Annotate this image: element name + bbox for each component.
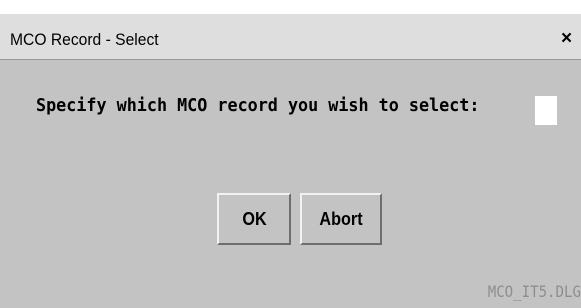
ok-button[interactable]: OK	[217, 193, 291, 245]
close-icon[interactable]: ×	[561, 26, 581, 52]
dialog-window: MCO Record - Select × Specify which MCO …	[0, 0, 581, 308]
select-prompt-label: Specify which MCO record you wish to sel…	[36, 95, 480, 116]
window-title: MCO Record - Select	[10, 30, 159, 49]
abort-button[interactable]: Abort	[300, 193, 382, 245]
record-number-input[interactable]	[535, 96, 557, 125]
ok-button-label: OK	[241, 208, 267, 229]
dialog-id-label: MCO_IT5.DLG	[487, 282, 581, 301]
abort-button-label: Abort	[319, 208, 363, 229]
title-bar-top-strip	[0, 0, 581, 14]
title-bar[interactable]: MCO Record - Select ×	[0, 0, 581, 60]
